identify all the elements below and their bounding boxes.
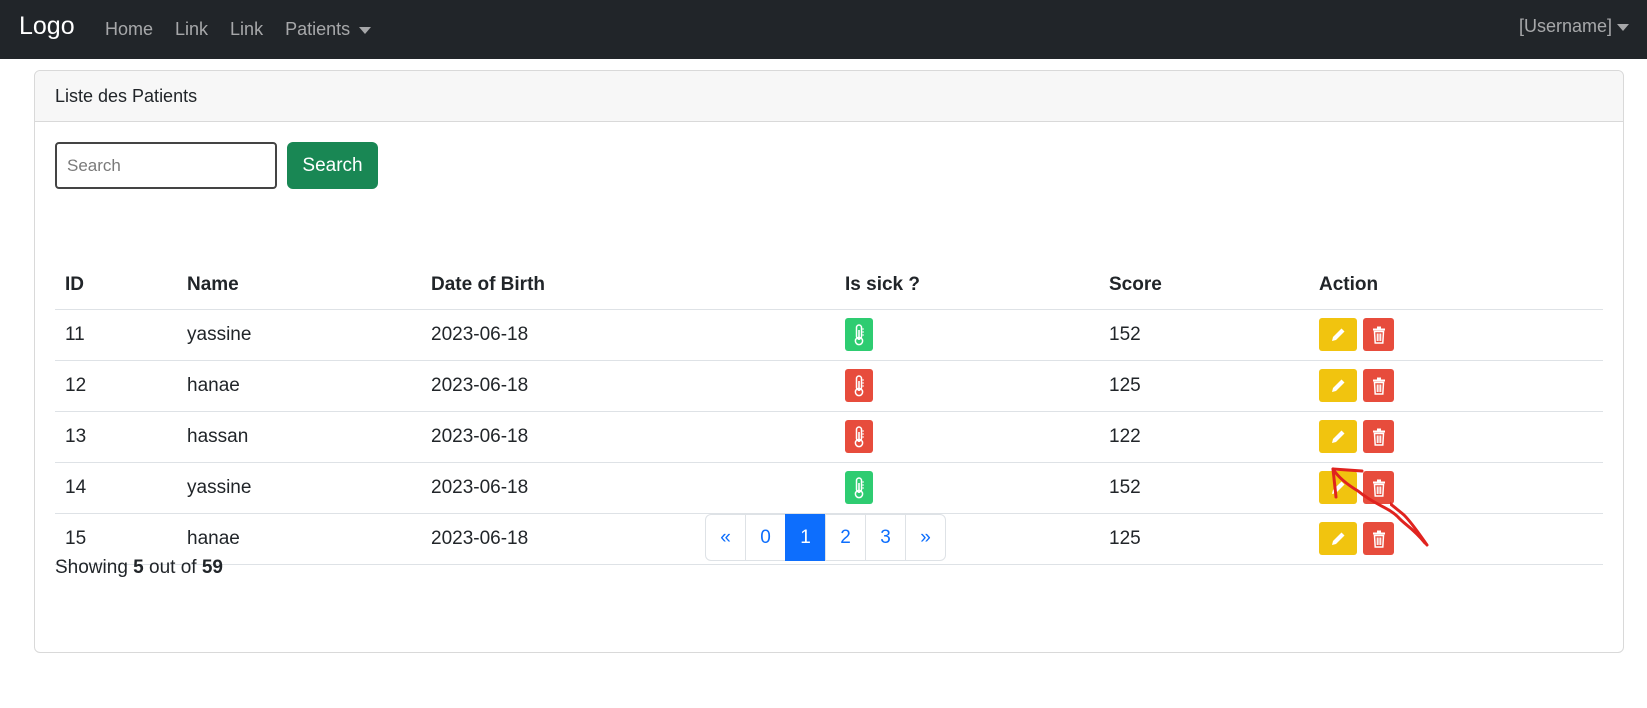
showing-prefix: Showing [55,557,128,578]
cell-name: yassine [177,309,421,361]
cell-name: hanae [177,360,421,412]
cell-score: 125 [1099,360,1309,412]
card-header: Liste des Patients [35,71,1623,122]
cell-id: 13 [55,411,177,463]
table-row: 11 yassine 2023-06-18 152 [55,309,1603,361]
thermometer-icon[interactable] [845,420,873,453]
patients-card: Liste des Patients Search ID Name Date o… [34,70,1624,653]
table-row: 12 hanae 2023-06-18 125 [55,360,1603,412]
delete-button[interactable] [1363,420,1394,453]
user-dropdown[interactable]: [Username] [1519,0,1629,53]
cell-id: 12 [55,360,177,412]
cell-action [1309,360,1603,412]
trash-icon [1372,428,1386,446]
cell-dob: 2023-06-18 [421,309,835,361]
page-0[interactable]: 0 [745,514,786,561]
edit-button[interactable] [1319,318,1357,351]
edit-button[interactable] [1319,369,1357,402]
header-id: ID [55,262,177,310]
nav-link-2[interactable]: Link [230,19,263,40]
cell-name: yassine [177,462,421,514]
thermometer-icon[interactable] [845,369,873,402]
pencil-icon [1329,428,1347,446]
cell-is-sick [835,360,1099,412]
annotation-arrow-head-icon [1331,467,1427,545]
nav-link-1[interactable]: Link [175,19,208,40]
caret-down-icon [1617,24,1629,31]
header-action: Action [1309,262,1603,310]
cell-id: 14 [55,462,177,514]
cell-is-sick [835,411,1099,463]
card-title: Liste des Patients [55,85,198,106]
page-prev[interactable]: « [705,514,746,561]
header-name: Name [177,262,421,310]
pagination: « 0 1 2 3 » [705,514,946,561]
cell-score: 122 [1099,411,1309,463]
pencil-icon [1329,377,1347,395]
trash-icon [1372,326,1386,344]
header-dob: Date of Birth [421,262,835,310]
trash-icon [1372,377,1386,395]
pencil-icon [1329,326,1347,344]
cell-name: hassan [177,411,421,463]
showing-summary: Showing 5 out of 59 [55,557,223,579]
shown-count: 5 [133,557,144,578]
username-label: [Username] [1518,16,1612,36]
brand-logo[interactable]: Logo [19,9,75,43]
cell-action [1309,309,1603,361]
thermometer-icon[interactable] [845,318,873,351]
delete-button[interactable] [1363,369,1394,402]
delete-button[interactable] [1363,318,1394,351]
page-1[interactable]: 1 [785,514,826,561]
out-of-label: out of [149,557,197,578]
cell-score: 152 [1099,462,1309,514]
cell-score: 125 [1099,513,1309,565]
header-is-sick: Is sick ? [835,262,1099,310]
cell-dob: 2023-06-18 [421,462,835,514]
page-next[interactable]: » [905,514,946,561]
nav-link-home[interactable]: Home [105,19,153,40]
patients-dropdown-label: Patients [285,19,351,39]
nav-links: Home Link Link Patients [105,0,393,59]
cell-is-sick [835,462,1099,514]
search-button[interactable]: Search [287,142,378,189]
cell-score: 152 [1099,309,1309,361]
page-3[interactable]: 3 [865,514,906,561]
cell-is-sick [835,309,1099,361]
cell-dob: 2023-06-18 [421,411,835,463]
cell-dob: 2023-06-18 [421,360,835,412]
total-count: 59 [201,557,223,578]
patients-dropdown[interactable]: Patients [285,19,372,40]
table-header-row: ID Name Date of Birth Is sick ? Score Ac… [55,262,1603,310]
caret-down-icon [359,27,372,34]
edit-button[interactable] [1319,420,1357,453]
thermometer-icon[interactable] [845,471,873,504]
search-input[interactable] [55,142,277,189]
navbar: Logo Home Link Link Patients [Username] [0,0,1647,59]
cell-id: 11 [55,309,177,361]
page-2[interactable]: 2 [825,514,866,561]
header-score: Score [1099,262,1309,310]
